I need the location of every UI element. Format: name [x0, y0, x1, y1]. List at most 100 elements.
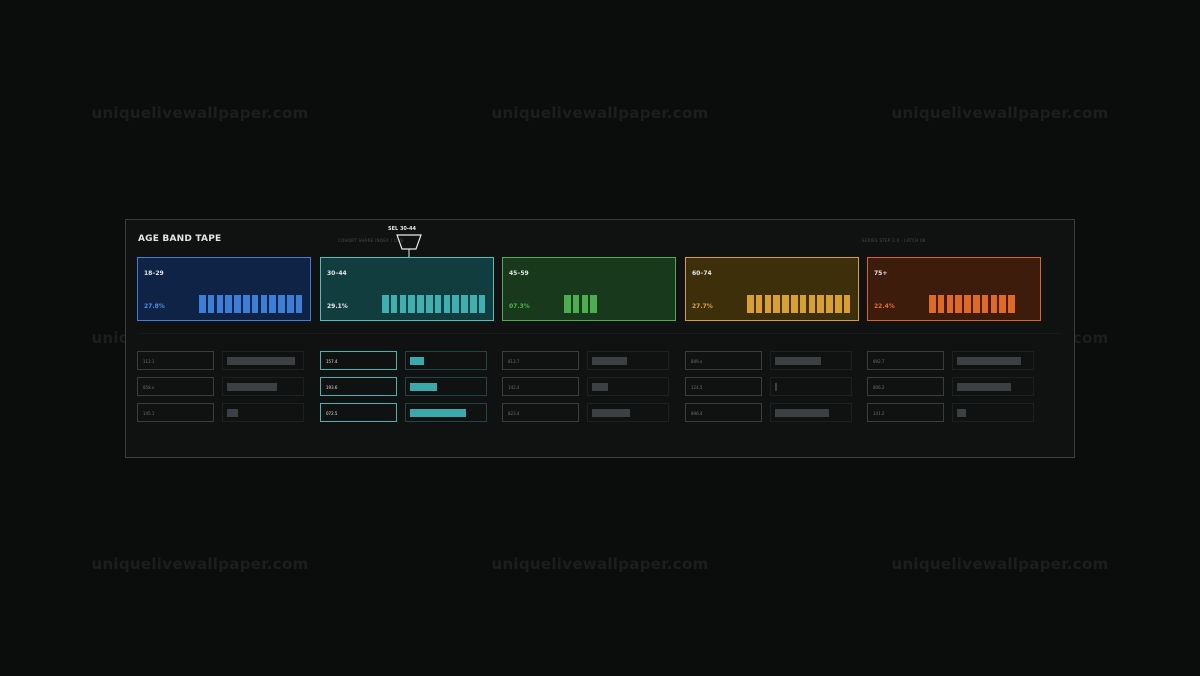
row-level-track — [770, 377, 852, 396]
row-value-box[interactable]: 806.2 — [867, 377, 944, 396]
band-mini-bar — [946, 295, 954, 313]
band-mini-bar — [835, 295, 842, 313]
row-level-bar — [410, 383, 438, 391]
band-mini-bar — [773, 295, 780, 313]
band-mini-bar — [382, 295, 389, 313]
row-level-track — [222, 351, 304, 370]
band-mini-bar — [799, 295, 807, 313]
row-level-track — [952, 377, 1034, 396]
row-value-box[interactable]: 823.4 — [502, 403, 579, 422]
band-mini-bar — [808, 295, 816, 313]
row-level-bar — [227, 383, 277, 391]
selection-cursor-icon[interactable] — [394, 233, 424, 260]
band-mini-bar — [999, 295, 1006, 313]
row-level-track — [770, 403, 852, 422]
row-level-bar — [592, 383, 609, 391]
band-mini-bar — [216, 295, 224, 313]
panel-subcaption-right: SERIES STEP 2.0 · LATCH 08 — [862, 238, 926, 243]
band-share: 07.3% — [509, 303, 530, 310]
row-value: 142.4 — [508, 385, 520, 390]
band-share: 29.1% — [327, 303, 348, 310]
band-mini-bar — [747, 295, 754, 313]
row-value-box[interactable]: 145.1 — [137, 403, 214, 422]
row-value: 124.5 — [691, 385, 703, 390]
band-label: 45–59 — [509, 270, 529, 277]
row-value: 157.4 — [326, 359, 338, 364]
row-level-bar — [410, 409, 467, 417]
row-value: 896.4 — [691, 411, 703, 416]
band-mini-bar — [408, 295, 415, 313]
band-mini-bar — [990, 295, 998, 313]
band-tile-30-44[interactable]: 30–44 29.1% — [320, 257, 494, 321]
band-mini-bar — [234, 295, 241, 313]
band-mini-bar — [399, 295, 407, 313]
row-value-box[interactable]: 858.x — [137, 377, 214, 396]
band-mini-bar — [981, 295, 989, 313]
row-level-bar — [227, 357, 296, 365]
row-level-bar — [227, 409, 239, 417]
band-mini-bar — [1008, 295, 1015, 313]
row-level-track — [952, 403, 1034, 422]
band-bars — [382, 295, 490, 313]
row-value: 892.7 — [873, 359, 885, 364]
band-mini-bar — [937, 295, 945, 313]
row-value-box[interactable]: 141.2 — [867, 403, 944, 422]
row-value-box[interactable]: 193.6 — [320, 377, 397, 396]
row-value: 072.5 — [326, 411, 338, 416]
band-mini-bar — [461, 295, 468, 313]
band-mini-bar — [590, 295, 597, 313]
panel-title: AGE BAND TAPE — [138, 234, 222, 244]
row-level-bar — [592, 357, 627, 365]
band-bars — [564, 295, 672, 313]
row-value-box[interactable]: 072.5 — [320, 403, 397, 422]
row-value: 823.4 — [508, 411, 520, 416]
band-mini-bar — [572, 295, 580, 313]
row-value-box[interactable]: 892.7 — [867, 351, 944, 370]
row-value-box[interactable]: 813.7 — [502, 351, 579, 370]
row-level-bar — [957, 383, 1012, 391]
band-mini-bar — [225, 295, 232, 313]
selection-cursor-label: SEL 30-44 — [388, 226, 416, 232]
row-level-track — [952, 351, 1034, 370]
band-tile-45-59[interactable]: 45–59 07.3% — [502, 257, 676, 321]
band-tile-60-74[interactable]: 60–74 27.7% — [685, 257, 859, 321]
row-level-track — [405, 377, 487, 396]
watermark-text: uniquelivewallpaper.com — [891, 555, 1109, 573]
row-value-box[interactable]: 124.5 — [685, 377, 762, 396]
row-level-bar — [410, 357, 425, 365]
band-mini-bar — [564, 295, 571, 313]
band-mini-bar — [207, 295, 215, 313]
watermark-text: uniquelivewallpaper.com — [91, 104, 309, 122]
band-mini-bar — [251, 295, 259, 313]
band-mini-bar — [826, 295, 833, 313]
watermark-text: uniquelivewallpaper.com — [91, 555, 309, 573]
watermark-text: uniquelivewallpaper.com — [491, 104, 709, 122]
band-label: 18–29 — [144, 270, 164, 277]
band-mini-bar — [199, 295, 206, 313]
row-level-bar — [957, 409, 966, 417]
band-mini-bar — [955, 295, 962, 313]
row-value-box[interactable]: 849.x — [685, 351, 762, 370]
band-mini-bar — [755, 295, 763, 313]
row-level-track — [587, 403, 669, 422]
band-mini-bar — [417, 295, 424, 313]
band-mini-bar — [390, 295, 398, 313]
row-level-bar — [775, 357, 821, 365]
row-level-track — [405, 403, 487, 422]
row-value-box[interactable]: 112.1 — [137, 351, 214, 370]
band-tile-75-plus[interactable]: 75+ 22.4% — [867, 257, 1041, 321]
band-mini-bar — [287, 295, 294, 313]
band-mini-bar — [581, 295, 589, 313]
row-value-box[interactable]: 896.4 — [685, 403, 762, 422]
row-value-box[interactable]: 142.4 — [502, 377, 579, 396]
row-value-box[interactable]: 157.4 — [320, 351, 397, 370]
band-mini-bar — [764, 295, 772, 313]
band-tile-18-29[interactable]: 18–29 27.8% — [137, 257, 311, 321]
row-value: 141.2 — [873, 411, 885, 416]
band-mini-bar — [452, 295, 459, 313]
row-level-track — [222, 403, 304, 422]
row-value: 193.6 — [326, 385, 338, 390]
watermark-text: uniquelivewallpaper.com — [491, 555, 709, 573]
row-level-bar — [592, 409, 630, 417]
row-level-bar — [775, 409, 830, 417]
